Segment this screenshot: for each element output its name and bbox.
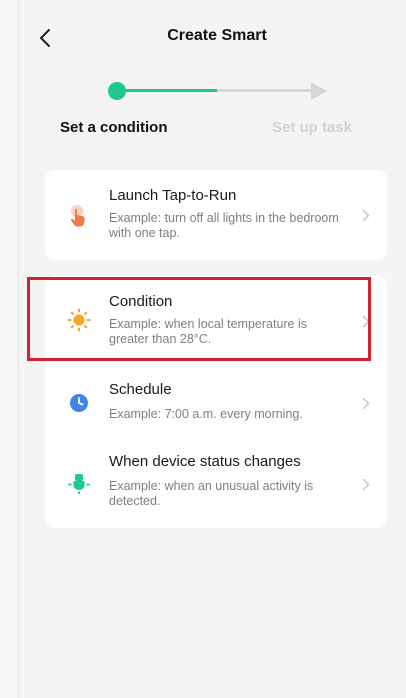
screen: Create Smart Set a condition Set up task… [18,0,406,698]
option-device-status-changes[interactable]: When device status changes Example: when… [45,431,387,528]
option-launch-tap-to-run[interactable]: Launch Tap-to-Run Example: turn off all … [45,170,387,260]
stepper-line-inactive [217,89,313,92]
option-title: When device status changes [109,453,301,470]
header: Create Smart [19,0,406,72]
sun-icon [67,308,91,332]
device-bulb-icon [67,471,91,495]
option-title: Condition [109,293,173,310]
tap-to-run-card: Launch Tap-to-Run Example: turn off all … [45,170,387,260]
option-title: Launch Tap-to-Run [109,187,237,204]
progress-stepper [19,78,406,102]
option-description: Example: when an unusual activity is det… [109,479,314,508]
chevron-right-icon [361,314,371,328]
step-label-set-condition: Set a condition [60,119,168,136]
condition-options-card: Condition Example: when local temperatur… [45,275,387,528]
option-description: Example: turn off all lights in the bedr… [109,211,339,240]
stepper-current-dot [108,82,126,100]
step-label-set-up-task: Set up task [272,119,353,136]
tap-hand-icon [67,204,91,228]
page-title: Create Smart [167,27,267,44]
chevron-right-icon [361,208,371,222]
option-condition[interactable]: Condition Example: when local temperatur… [45,275,387,361]
chevron-right-icon [361,477,371,491]
stepper-arrow-icon [311,82,327,100]
option-schedule[interactable]: Schedule Example: 7:00 a.m. every mornin… [45,361,387,431]
option-description: Example: when local temperature is great… [109,317,308,346]
chevron-right-icon [361,396,371,410]
option-description: Example: 7:00 a.m. every morning. [109,407,303,421]
option-title: Schedule [109,381,172,398]
clock-icon [67,391,91,415]
stepper-line-active [123,89,217,92]
